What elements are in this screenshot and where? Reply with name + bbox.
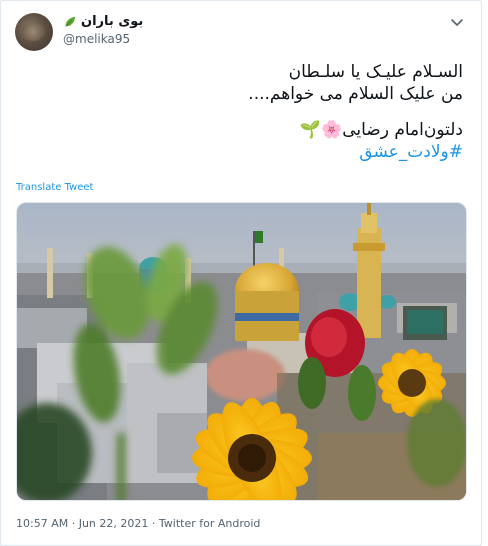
user-handle[interactable]: @melika95 [63, 32, 130, 46]
more-options-icon[interactable] [449, 15, 465, 31]
avatar[interactable] [15, 13, 53, 51]
author-name-row[interactable]: بوی باران [63, 14, 143, 29]
tweet-card: بوی باران @melika95 السـلام علیـک یا سلـ… [0, 0, 482, 546]
tweet-line-3: دلتون‌امام رضایی🌸🌱 [23, 119, 463, 141]
tweet-line-2: من علیک السلام می خواهم.... [248, 84, 463, 104]
hashtag-link[interactable]: #ولادت_عشق [23, 141, 463, 163]
tweet-time[interactable]: 10:57 AM [16, 517, 68, 530]
meta-separator: · [71, 517, 76, 530]
meta-separator: · [151, 517, 156, 530]
tweet-photo[interactable] [16, 202, 467, 501]
tweet-metadata: 10:57 AM · Jun 22, 2021 · Twitter for An… [16, 517, 260, 530]
shrine-photo-illustration [17, 203, 466, 500]
translate-tweet-link[interactable]: Translate Tweet [16, 182, 93, 193]
tweet-date[interactable]: Jun 22, 2021 [79, 517, 149, 530]
display-name[interactable]: بوی باران [81, 14, 143, 29]
tweet-text: السـلام علیـک یا سلـطان من علیک السلام م… [23, 61, 463, 163]
tweet-source[interactable]: Twitter for Android [159, 517, 261, 530]
leaf-icon [65, 16, 76, 27]
tweet-line-1: السـلام علیـک یا سلـطان [288, 62, 463, 82]
tweet-line-3-text: دلتون‌امام رضایی [342, 120, 463, 140]
flower-sprout-emoji: 🌸🌱 [299, 120, 343, 140]
